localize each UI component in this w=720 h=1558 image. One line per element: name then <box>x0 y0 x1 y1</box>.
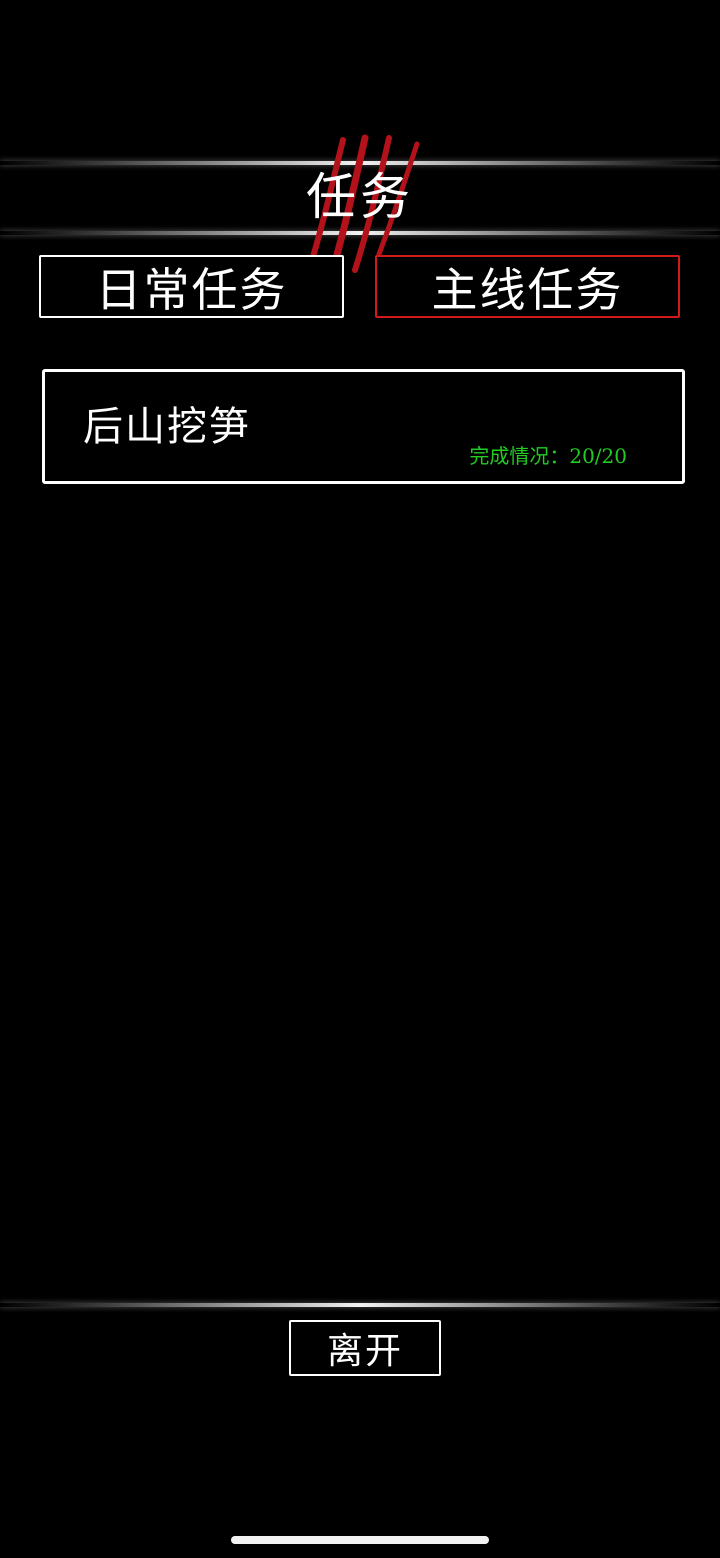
home-indicator[interactable] <box>231 1536 489 1544</box>
tab-daily-tasks[interactable]: 日常任务 <box>39 255 344 318</box>
leave-button[interactable]: 离开 <box>289 1320 441 1376</box>
tab-main-tasks[interactable]: 主线任务 <box>375 255 680 318</box>
task-name: 后山挖笋 <box>83 404 251 450</box>
task-progress: 完成情况：20/20 <box>469 444 627 468</box>
task-card[interactable]: 后山挖笋 完成情况：20/20 <box>42 369 685 484</box>
page-title: 任务 <box>306 168 414 226</box>
footer-divider <box>0 1303 720 1307</box>
